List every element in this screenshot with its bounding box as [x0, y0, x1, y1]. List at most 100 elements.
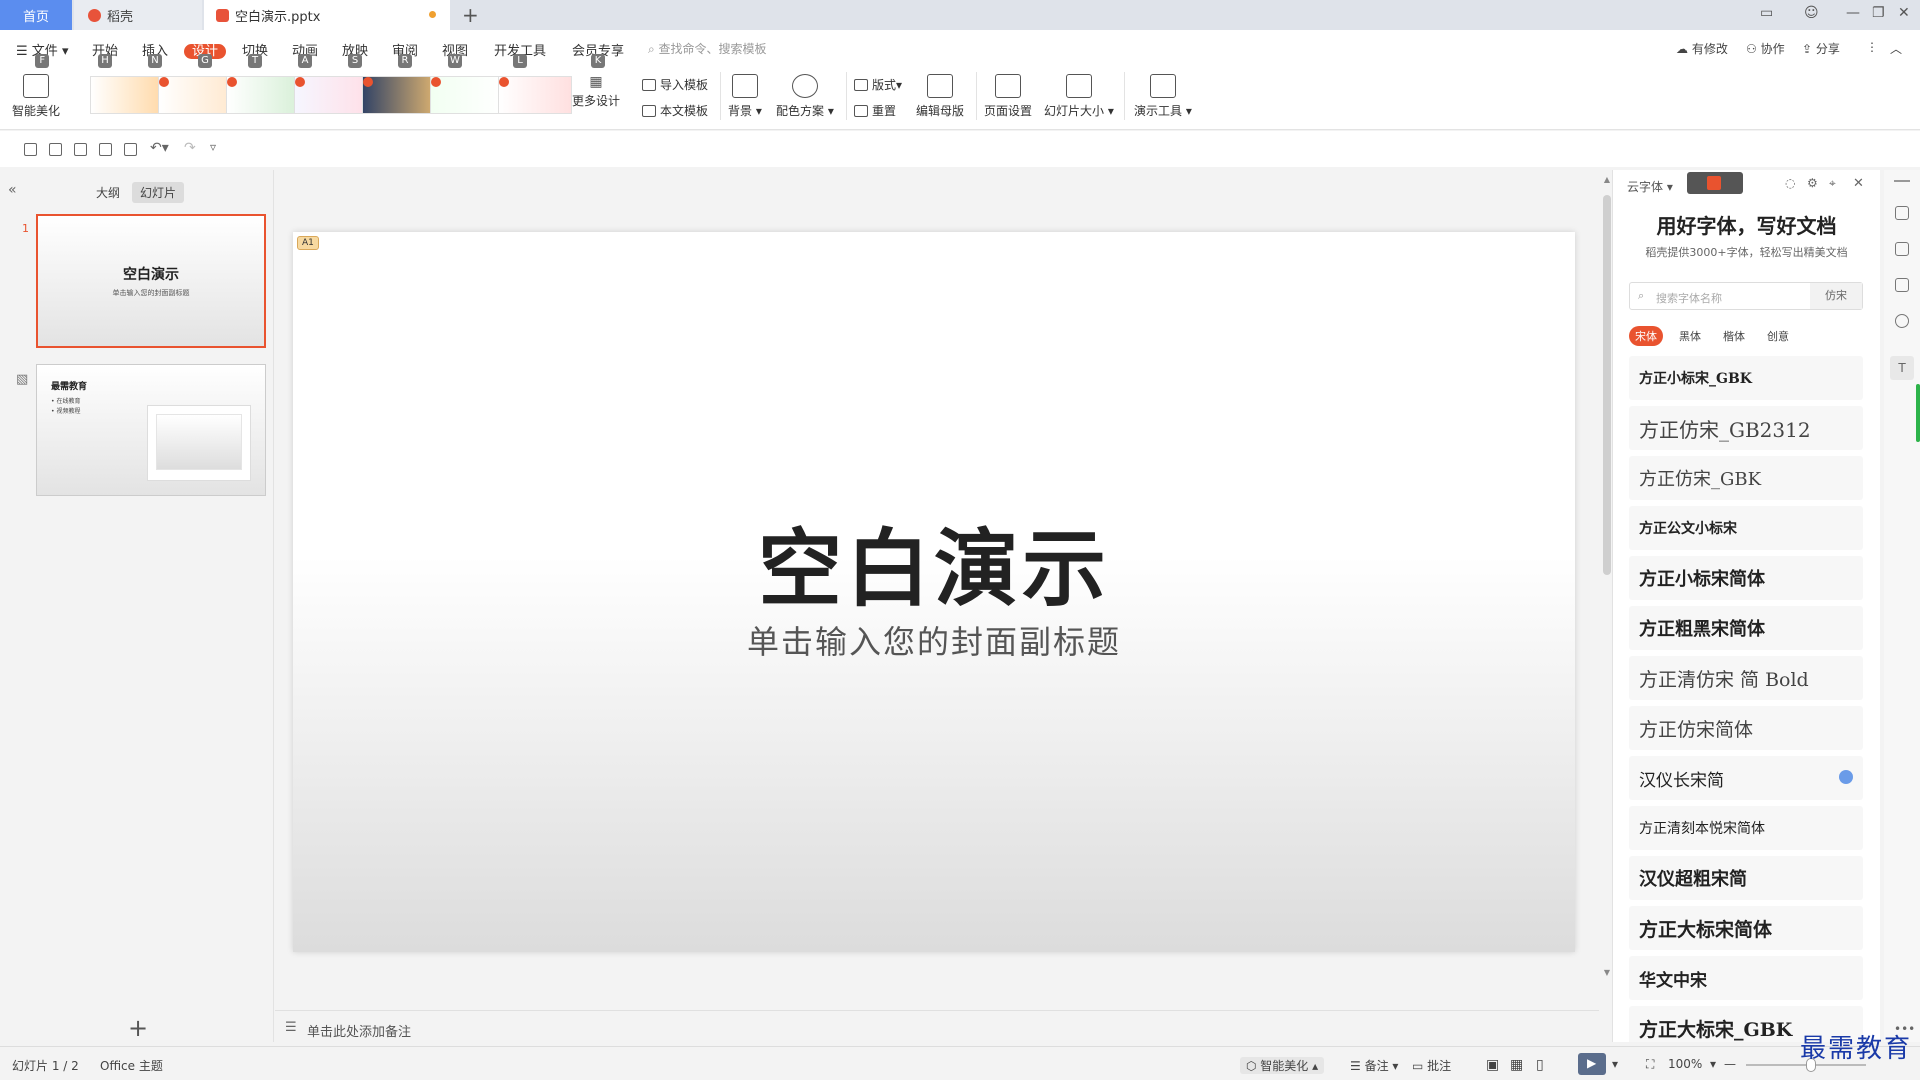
avatar[interactable]: ☺: [1804, 5, 1819, 21]
menu-insert[interactable]: 插入 N: [142, 40, 168, 68]
print-preview-icon[interactable]: [124, 143, 137, 156]
reading-view-icon[interactable]: ▯: [1536, 1057, 1544, 1073]
adjust-icon[interactable]: [1895, 206, 1909, 220]
font-item[interactable]: 方正公文小标宋: [1629, 506, 1863, 550]
slide-title[interactable]: 空白演示: [293, 502, 1575, 623]
menu-view[interactable]: 视图 W: [442, 40, 468, 68]
cloud-font-dropdown[interactable]: 云字体 ▾: [1627, 178, 1673, 195]
slide-sorter-icon[interactable]: ▦: [1510, 1057, 1523, 1073]
help-icon[interactable]: [1895, 314, 1909, 328]
zoom-dropdown-icon[interactable]: ▾: [1710, 1057, 1716, 1071]
font-tool-icon[interactable]: T: [1890, 356, 1914, 380]
font-item[interactable]: 方正仿宋简体: [1629, 706, 1863, 750]
template-thumb[interactable]: [90, 76, 164, 114]
chat-icon[interactable]: ◌: [1785, 176, 1795, 190]
notes-toggle-button[interactable]: ☰ 备注 ▾: [1350, 1057, 1398, 1074]
pin-icon[interactable]: ⌖: [1829, 176, 1836, 191]
font-item[interactable]: 方正大标宋简体: [1629, 906, 1863, 950]
theme-name[interactable]: Office 主题: [100, 1057, 163, 1074]
reset-button[interactable]: 重置: [854, 102, 896, 119]
font-item[interactable]: 方正粗黑宋简体: [1629, 606, 1863, 650]
play-slideshow-button[interactable]: ▶: [1578, 1053, 1606, 1075]
category-song[interactable]: 宋体: [1629, 326, 1663, 346]
layout-button[interactable]: 版式 ▾: [854, 76, 902, 93]
font-item[interactable]: 方正清仿宋 简 Bold: [1629, 656, 1863, 700]
collaborate-button[interactable]: ⚇ 协作: [1746, 40, 1785, 57]
font-item[interactable]: 方正仿宋_GB2312: [1629, 406, 1863, 450]
tab-outline[interactable]: 大纲: [88, 182, 128, 203]
font-item[interactable]: 方正清刻本悦宋简体: [1629, 806, 1863, 850]
has-changes-button[interactable]: ☁ 有修改: [1676, 40, 1728, 57]
font-item[interactable]: 汉仪长宋简: [1629, 756, 1863, 800]
menu-developer[interactable]: 开发工具 L: [494, 40, 546, 68]
minimize-icon[interactable]: —: [1846, 5, 1860, 21]
close-icon[interactable]: ✕: [1898, 5, 1910, 21]
search-tag[interactable]: 仿宋: [1810, 283, 1862, 309]
scroll-thumb[interactable]: [1603, 195, 1611, 575]
redo-icon[interactable]: ↷: [184, 140, 196, 156]
font-item[interactable]: 方正小标宋简体: [1629, 556, 1863, 600]
print-icon[interactable]: [99, 143, 112, 156]
this-template-button[interactable]: 本文模板: [642, 102, 708, 119]
tab-document[interactable]: 空白演示.pptx: [204, 0, 450, 30]
more-icon[interactable]: ⋮: [1866, 40, 1878, 54]
import-template-button[interactable]: 导入模板: [642, 76, 708, 93]
command-search[interactable]: ⌕ 查找命令、搜索模板: [648, 40, 767, 57]
tab-home[interactable]: 首页: [0, 0, 72, 30]
new-tab-plus-icon[interactable]: +: [462, 3, 479, 27]
menu-member[interactable]: 会员专享 K: [572, 40, 624, 68]
fit-window-icon[interactable]: ⛶: [1646, 1057, 1654, 1072]
page-setup-button[interactable]: 页面设置: [984, 74, 1032, 119]
template-thumb[interactable]: [294, 76, 368, 114]
menu-transition[interactable]: 切换 T: [242, 40, 268, 68]
reading-mode-icon[interactable]: ▭: [1760, 5, 1773, 21]
template-thumb[interactable]: [362, 76, 436, 114]
more-design-button[interactable]: ▦ 更多设计: [572, 74, 620, 109]
format-painter-icon[interactable]: [74, 143, 87, 156]
tab-slides[interactable]: 幻灯片: [132, 182, 185, 203]
comments-button[interactable]: ▭ 批注: [1412, 1057, 1451, 1074]
font-item[interactable]: 方正仿宋_GBK: [1629, 456, 1863, 500]
zoom-level[interactable]: 100%: [1668, 1057, 1702, 1071]
menu-design[interactable]: 设计 G: [184, 40, 227, 68]
font-item[interactable]: 华文中宋: [1629, 956, 1863, 1000]
category-hei[interactable]: 黑体: [1673, 326, 1707, 346]
normal-view-icon[interactable]: ▣: [1486, 1057, 1499, 1073]
menu-review[interactable]: 审阅 R: [392, 40, 418, 68]
undo-icon[interactable]: ↶▾: [150, 140, 169, 156]
font-search-input[interactable]: ⌕ 搜索字体名称 仿宋: [1629, 282, 1863, 310]
settings-icon[interactable]: ⚙: [1807, 176, 1818, 190]
add-slide-plus-icon[interactable]: +: [128, 1014, 148, 1042]
menu-start[interactable]: 开始 H: [92, 40, 118, 68]
smart-beautify-button[interactable]: 智能美化: [12, 74, 60, 119]
slide-subtitle[interactable]: 单击输入您的封面副标题: [293, 617, 1575, 663]
background-button[interactable]: 背景 ▾: [728, 74, 762, 119]
collapse-panel-icon[interactable]: «: [8, 182, 17, 198]
share-button[interactable]: ⇪ 分享: [1802, 40, 1840, 57]
template-thumb[interactable]: [498, 76, 572, 114]
pin-sidebar-icon[interactable]: [1895, 242, 1909, 256]
save-icon[interactable]: [49, 143, 62, 156]
template-thumb[interactable]: [430, 76, 504, 114]
customize-toolbar-icon[interactable]: ▿: [210, 140, 216, 154]
menu-file[interactable]: ☰ 文件 ▾ F: [16, 40, 68, 68]
font-item[interactable]: 方正小标宋_GBK: [1629, 356, 1863, 400]
slide-thumbnail-1[interactable]: 空白演示 单击输入您的封面副标题: [36, 214, 266, 348]
zoom-out-icon[interactable]: —: [1724, 1057, 1736, 1071]
close-panel-icon[interactable]: ✕: [1853, 176, 1864, 191]
slide-size-button[interactable]: 幻灯片大小 ▾: [1044, 74, 1114, 119]
font-item[interactable]: 汉仪超粗宋简: [1629, 856, 1863, 900]
edit-master-button[interactable]: 编辑母版: [916, 74, 964, 119]
menu-animation[interactable]: 动画 A: [292, 40, 318, 68]
restore-icon[interactable]: ❐: [1872, 5, 1885, 21]
template-thumb[interactable]: [158, 76, 232, 114]
notes-bar[interactable]: ☰ 单击此处添加备注: [275, 1010, 1599, 1046]
category-kai[interactable]: 楷体: [1717, 326, 1751, 346]
template-thumb[interactable]: [226, 76, 300, 114]
smart-beautify-status-button[interactable]: ⬡ 智能美化 ▴: [1240, 1057, 1325, 1074]
demo-tools-button[interactable]: 演示工具 ▾: [1134, 74, 1192, 119]
slide-thumbnail-2[interactable]: 最需教育 • 在线教育 • 视频教程: [36, 364, 266, 496]
menu-slideshow[interactable]: 放映 S: [342, 40, 368, 68]
play-dropdown-icon[interactable]: ▾: [1612, 1057, 1618, 1071]
color-scheme-button[interactable]: 配色方案 ▾: [776, 74, 834, 119]
